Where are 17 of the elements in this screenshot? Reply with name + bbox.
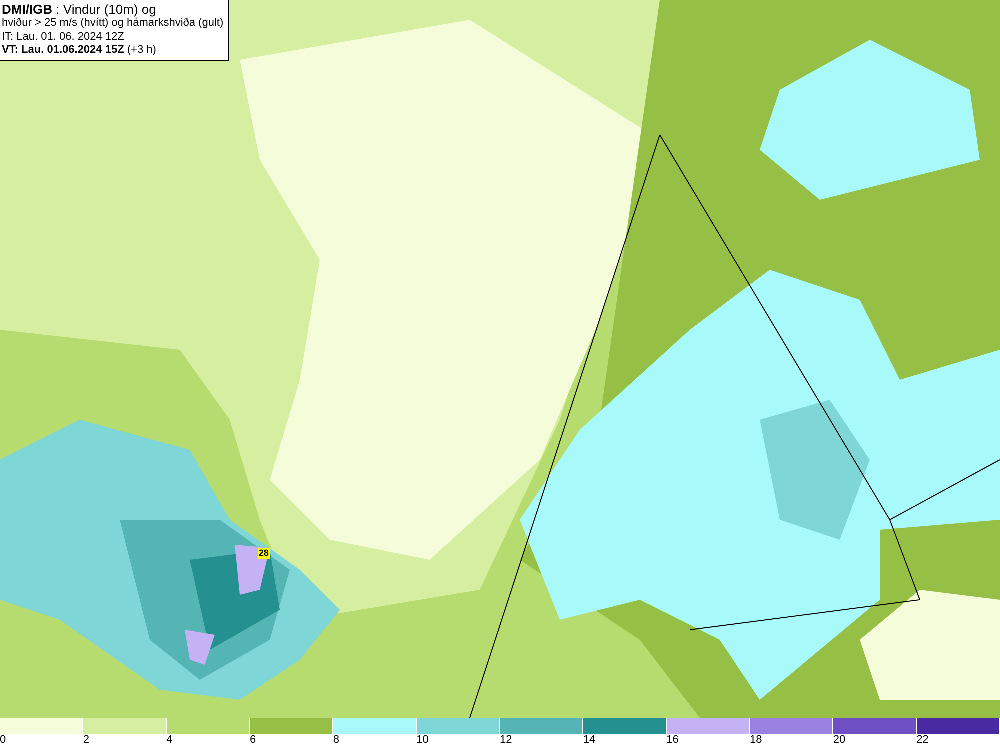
legend-label: 14 xyxy=(583,734,596,747)
legend-label: 6 xyxy=(250,734,256,747)
legend-label: 2 xyxy=(83,734,90,747)
legend-label: 16 xyxy=(666,734,679,747)
legend-label: 22 xyxy=(916,734,929,747)
legend-label: 8 xyxy=(333,734,340,747)
legend-label: 0 xyxy=(0,734,6,747)
legend-label: 20 xyxy=(833,734,846,747)
title-text: hviður > 25 m/s (hvítt) og hámarkshviða (gult) xyxy=(2,17,224,30)
title-text: VT: Lau. 01.06.2024 15Z (+3 h) xyxy=(2,44,158,58)
title-text: DMI/IGB : Vindur (10m) og xyxy=(2,2,158,17)
legend-label: 18 xyxy=(750,734,762,747)
legend-label: 12 xyxy=(500,734,512,747)
title-text: IT: Lau. 01. 06. 2024 12Z xyxy=(2,30,126,44)
legend-label: 4 xyxy=(166,734,173,747)
legend-label: 10 xyxy=(416,734,429,747)
max-gust-label: 28 xyxy=(258,548,270,559)
